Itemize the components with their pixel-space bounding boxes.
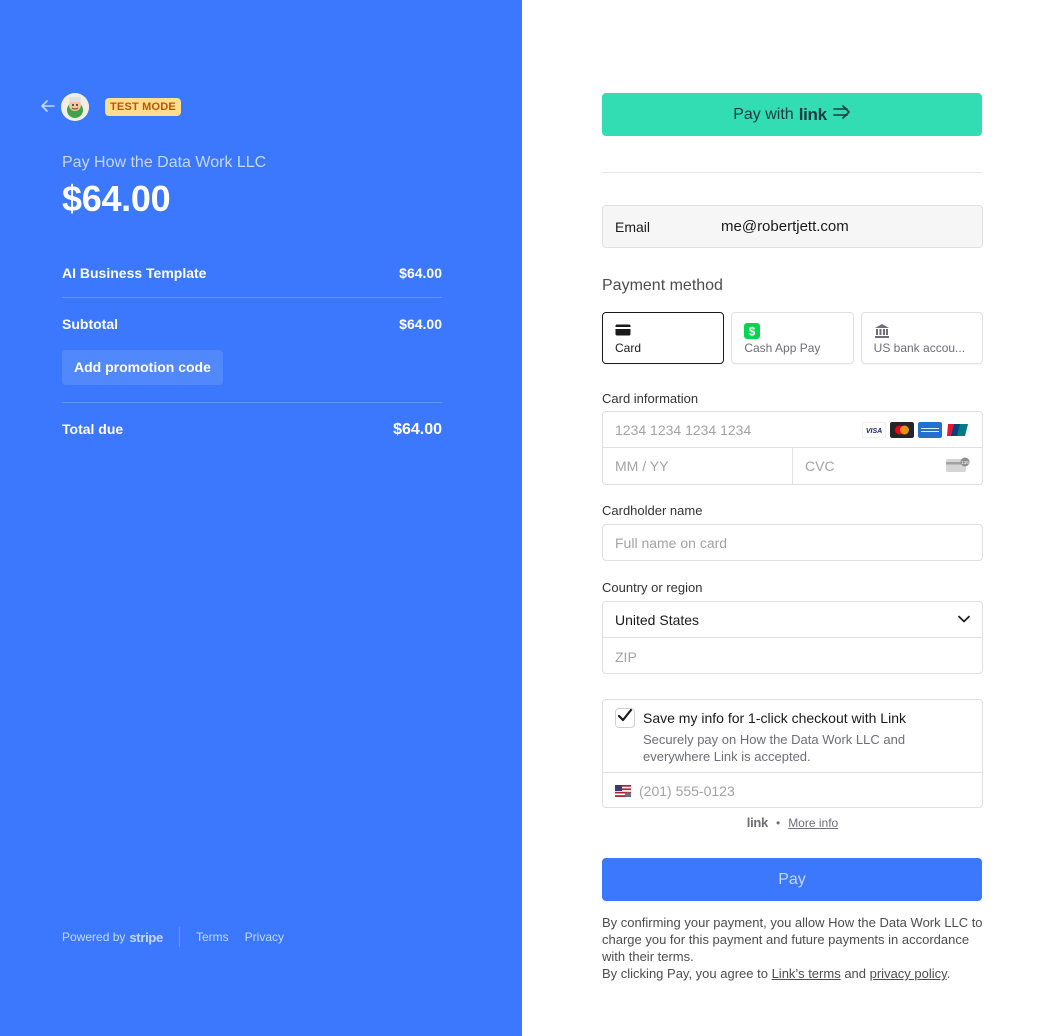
tab-cash-app-label: Cash App Pay [744, 341, 821, 355]
country-group: United States ZIP [602, 601, 983, 674]
subtotal-row: Subtotal $64.00 [62, 316, 442, 332]
chevron-down-icon [958, 615, 970, 623]
powered-by-label: Powered by [62, 930, 126, 944]
footer-separator [178, 927, 180, 947]
link-info-row: link • More info [602, 815, 983, 830]
merchant-logo [61, 93, 89, 121]
link-logo: link [746, 815, 769, 830]
line-item: AI Business Template $64.00 [62, 265, 442, 281]
svg-text:135: 135 [961, 460, 969, 465]
footer: Powered by stripe Terms Privacy [62, 927, 300, 947]
item-price: $64.00 [399, 265, 442, 281]
pay-to-label: Pay How the Data Work LLC [62, 154, 267, 171]
tab-cash-app-pay[interactable]: $ Cash App Pay [731, 312, 854, 364]
dot-separator: • [775, 815, 781, 830]
more-info-link[interactable]: More info [788, 816, 838, 830]
svg-text:VISA: VISA [866, 428, 882, 435]
pay-with-link-button[interactable]: Pay with link [602, 93, 982, 136]
country-selected: United States [615, 612, 700, 628]
email-value[interactable]: me@robertjett.com [721, 218, 849, 235]
test-mode-badge: TEST MODE [105, 98, 181, 116]
card-number-input[interactable]: 1234 1234 1234 1234 [615, 412, 855, 448]
cash-app-icon: $ [744, 323, 761, 339]
save-info-checkbox[interactable] [615, 708, 635, 728]
tab-us-bank-account[interactable]: US bank accou... [860, 312, 983, 364]
tab-card-label: Card [615, 341, 642, 355]
total-label: Total due [62, 421, 124, 437]
link-save-info-box: Save my info for 1-click checkout with L… [602, 699, 983, 808]
save-info-title: Save my info for 1-click checkout with L… [643, 710, 906, 726]
email-field[interactable]: Email me@robertjett.com [602, 205, 983, 248]
subtotal-label: Subtotal [62, 316, 118, 332]
pay-button[interactable]: Pay [602, 858, 982, 901]
zip-input[interactable]: ZIP [615, 639, 855, 675]
card-information-group: 1234 1234 1234 1234 VISA MM / YY CVC 135 [602, 411, 983, 485]
payment-method-title: Payment method [602, 277, 723, 294]
item-name: AI Business Template [62, 265, 207, 281]
total-value: $64.00 [393, 421, 442, 438]
tab-card[interactable]: Card [602, 312, 725, 364]
arrow-right-icon [832, 105, 851, 124]
phone-row: (201) 555-0123 [603, 772, 982, 808]
amex-icon [918, 422, 942, 438]
svg-text:$: $ [749, 325, 756, 339]
bank-icon [874, 324, 889, 338]
legal-line-2: By clicking Pay, you agree to Link’s ter… [602, 965, 983, 982]
cardholder-name-field: Full name on card [602, 524, 983, 561]
phone-input[interactable]: (201) 555-0123 [639, 773, 735, 809]
payment-method-tabs: Card $ Cash App Pay US bank accou... [602, 312, 983, 364]
card-number-row: 1234 1234 1234 1234 VISA [603, 412, 982, 448]
divider [602, 172, 982, 173]
expiry-cell: MM / YY [603, 448, 793, 484]
total-row: Total due $64.00 [62, 421, 442, 439]
subtotal-value: $64.00 [399, 316, 442, 332]
cardholder-name-input[interactable]: Full name on card [615, 525, 855, 561]
unionpay-icon [946, 422, 970, 438]
back-arrow-icon[interactable] [40, 97, 56, 115]
card-icon [615, 324, 631, 336]
order-summary-panel: TEST MODE Pay How the Data Work LLC $64.… [0, 0, 522, 1036]
divider [62, 297, 442, 298]
tab-bank-label: US bank accou... [873, 341, 966, 355]
save-info-description: Securely pay on How the Data Work LLC an… [643, 732, 906, 764]
cvc-input[interactable]: CVC [805, 448, 1041, 484]
pay-with-label: Pay with [733, 105, 794, 123]
email-label: Email [615, 218, 651, 235]
mastercard-icon [890, 422, 914, 438]
card-brands: VISA [862, 422, 970, 438]
country-select[interactable]: United States [603, 602, 982, 638]
terms-link[interactable]: Terms [196, 930, 229, 944]
cvc-card-icon: 135 [946, 457, 970, 472]
cardholder-name-label: Cardholder name [602, 503, 703, 518]
privacy-link[interactable]: Privacy [245, 930, 284, 944]
divider [62, 402, 442, 403]
card-information-label: Card information [602, 391, 699, 406]
legal-and: and [840, 966, 870, 981]
cvc-cell: CVC 135 [793, 448, 982, 484]
link-terms-link[interactable]: Link’s terms [772, 966, 841, 981]
stripe-logo[interactable]: stripe [129, 930, 163, 945]
legal-prefix: By clicking Pay, you agree to [602, 966, 772, 981]
legal-period: . [946, 966, 951, 981]
total-amount: $64.00 [62, 178, 171, 219]
us-flag-icon [615, 785, 631, 797]
legal-text: By confirming your payment, you allow Ho… [602, 914, 983, 982]
checkmark-icon [617, 708, 633, 722]
visa-icon: VISA [862, 422, 886, 438]
privacy-policy-link[interactable]: privacy policy [870, 966, 947, 981]
country-label: Country or region [602, 580, 703, 595]
legal-line-1: By confirming your payment, you allow Ho… [602, 915, 983, 964]
link-logo: link [798, 104, 827, 124]
add-promotion-code-button[interactable]: Add promotion code [62, 350, 223, 385]
